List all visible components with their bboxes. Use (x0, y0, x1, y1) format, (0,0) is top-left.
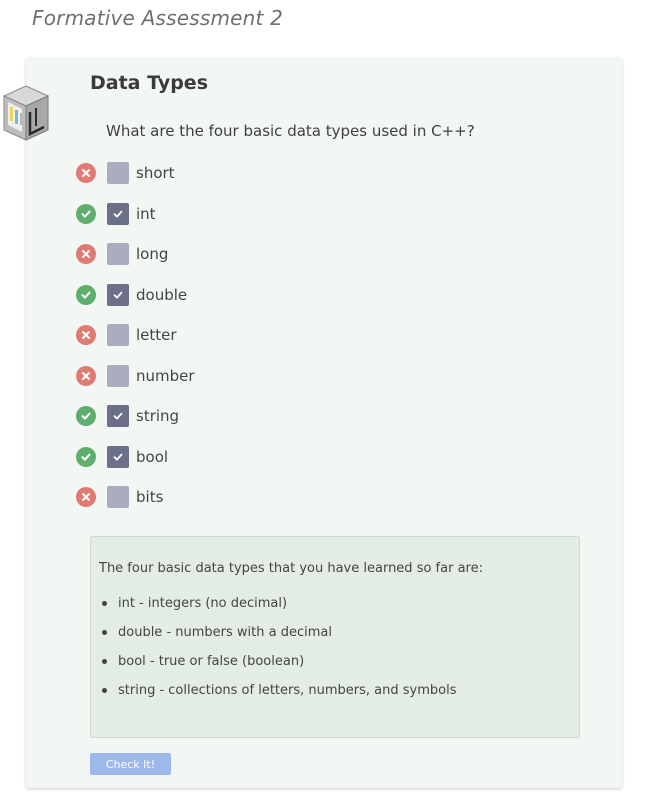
option-long[interactable]: long (76, 243, 376, 265)
feedback-panel: The four basic data types that you have … (90, 536, 580, 738)
correct-icon (76, 285, 96, 305)
option-label: letter (136, 326, 177, 344)
bullet-icon (102, 601, 107, 606)
feedback-item: string - collections of letters, numbers… (99, 682, 456, 711)
incorrect-icon (76, 325, 96, 345)
check-icon (113, 210, 123, 218)
option-label: int (136, 205, 156, 223)
correct-icon (76, 447, 96, 467)
check-icon (113, 291, 123, 299)
feedback-item-text: bool - true or false (boolean) (118, 654, 305, 669)
option-label: double (136, 286, 188, 304)
feedback-item-text: int - integers (no decimal) (118, 596, 288, 611)
option-label: long (136, 245, 169, 263)
feedback-item: bool - true or false (boolean) (99, 653, 456, 682)
option-label: bool (136, 448, 169, 466)
check-icon (113, 453, 123, 461)
checkbox-checked[interactable] (107, 284, 129, 306)
checkbox[interactable] (107, 243, 129, 265)
card-title: Data Types (90, 72, 208, 94)
option-number[interactable]: number (76, 365, 376, 387)
option-label: number (136, 367, 195, 385)
option-label: short (136, 164, 175, 182)
incorrect-icon (76, 487, 96, 507)
incorrect-icon (76, 366, 96, 386)
checkbox-checked[interactable] (107, 405, 129, 427)
check-it-button[interactable]: Check It! (90, 753, 171, 775)
correct-icon (76, 204, 96, 224)
checkbox-checked[interactable] (107, 446, 129, 468)
feedback-item-text: string - collections of letters, numbers… (118, 683, 457, 698)
option-label: bits (136, 488, 164, 506)
question-text: What are the four basic data types used … (106, 122, 475, 140)
check-icon (113, 412, 123, 420)
bullet-icon (102, 630, 107, 635)
feedback-item: double - numbers with a decimal (99, 624, 456, 653)
feedback-intro: The four basic data types that you have … (99, 561, 483, 576)
incorrect-icon (76, 163, 96, 183)
option-letter[interactable]: letter (76, 324, 376, 346)
incorrect-icon (76, 244, 96, 264)
checkbox[interactable] (107, 324, 129, 346)
checkbox[interactable] (107, 162, 129, 184)
checkbox[interactable] (107, 365, 129, 387)
bullet-icon (102, 659, 107, 664)
option-short[interactable]: short (76, 162, 376, 184)
cube-module-icon (2, 85, 50, 141)
bullet-icon (102, 688, 107, 693)
question-card: Data Types What are the four basic data … (2, 58, 622, 788)
feedback-list: int - integers (no decimal) double - num… (99, 595, 456, 711)
page-heading: Formative Assessment 2 (32, 6, 284, 30)
feedback-item-text: double - numbers with a decimal (118, 625, 332, 640)
option-double[interactable]: double (76, 284, 376, 306)
option-bool[interactable]: bool (76, 446, 376, 468)
correct-icon (76, 406, 96, 426)
option-label: string (136, 407, 180, 425)
checkbox[interactable] (107, 486, 129, 508)
option-string[interactable]: string (76, 405, 376, 427)
option-int[interactable]: int (76, 203, 376, 225)
feedback-item: int - integers (no decimal) (99, 595, 456, 624)
option-bits[interactable]: bits (76, 486, 376, 508)
checkbox-checked[interactable] (107, 203, 129, 225)
